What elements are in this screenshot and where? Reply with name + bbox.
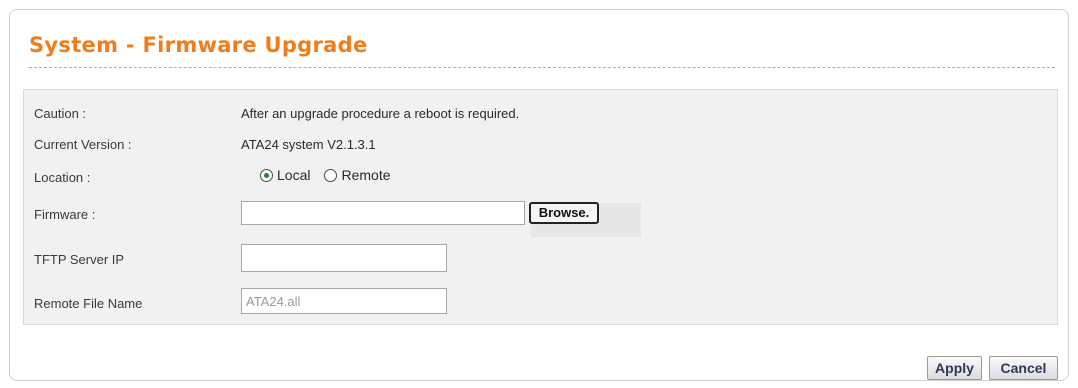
location-remote-label[interactable]: Remote: [341, 167, 390, 183]
title-divider: [29, 67, 1055, 68]
cancel-button[interactable]: Cancel: [989, 356, 1058, 380]
location-remote-radio[interactable]: [324, 168, 338, 182]
current-version-label: Current Version :: [34, 137, 132, 152]
caution-label: Caution :: [34, 106, 87, 121]
current-version-value: ATA24 system V2.1.3.1: [241, 137, 376, 152]
firmware-form: Caution : After an upgrade procedure a r…: [23, 89, 1058, 325]
remote-file-name-input[interactable]: [241, 288, 447, 314]
location-radio-group: Local Remote: [260, 165, 391, 185]
firmware-file-input[interactable]: [241, 201, 525, 225]
browse-button[interactable]: Browse.: [529, 202, 599, 224]
caution-text: After an upgrade procedure a reboot is r…: [241, 106, 520, 121]
firmware-label: Firmware :: [34, 207, 96, 222]
tftp-server-ip-input[interactable]: [241, 244, 447, 272]
location-local-label[interactable]: Local: [277, 167, 310, 183]
radio-selected-dot: [264, 172, 269, 178]
firmware-upgrade-panel: System - Firmware Upgrade Caution : Afte…: [9, 9, 1069, 381]
apply-button[interactable]: Apply: [927, 356, 982, 380]
page-title: System - Firmware Upgrade: [29, 33, 368, 57]
remote-file-name-label: Remote File Name: [34, 296, 143, 311]
tftp-server-ip-label: TFTP Server IP: [34, 252, 125, 267]
location-label: Location :: [34, 170, 91, 185]
location-local-radio[interactable]: [260, 168, 273, 182]
